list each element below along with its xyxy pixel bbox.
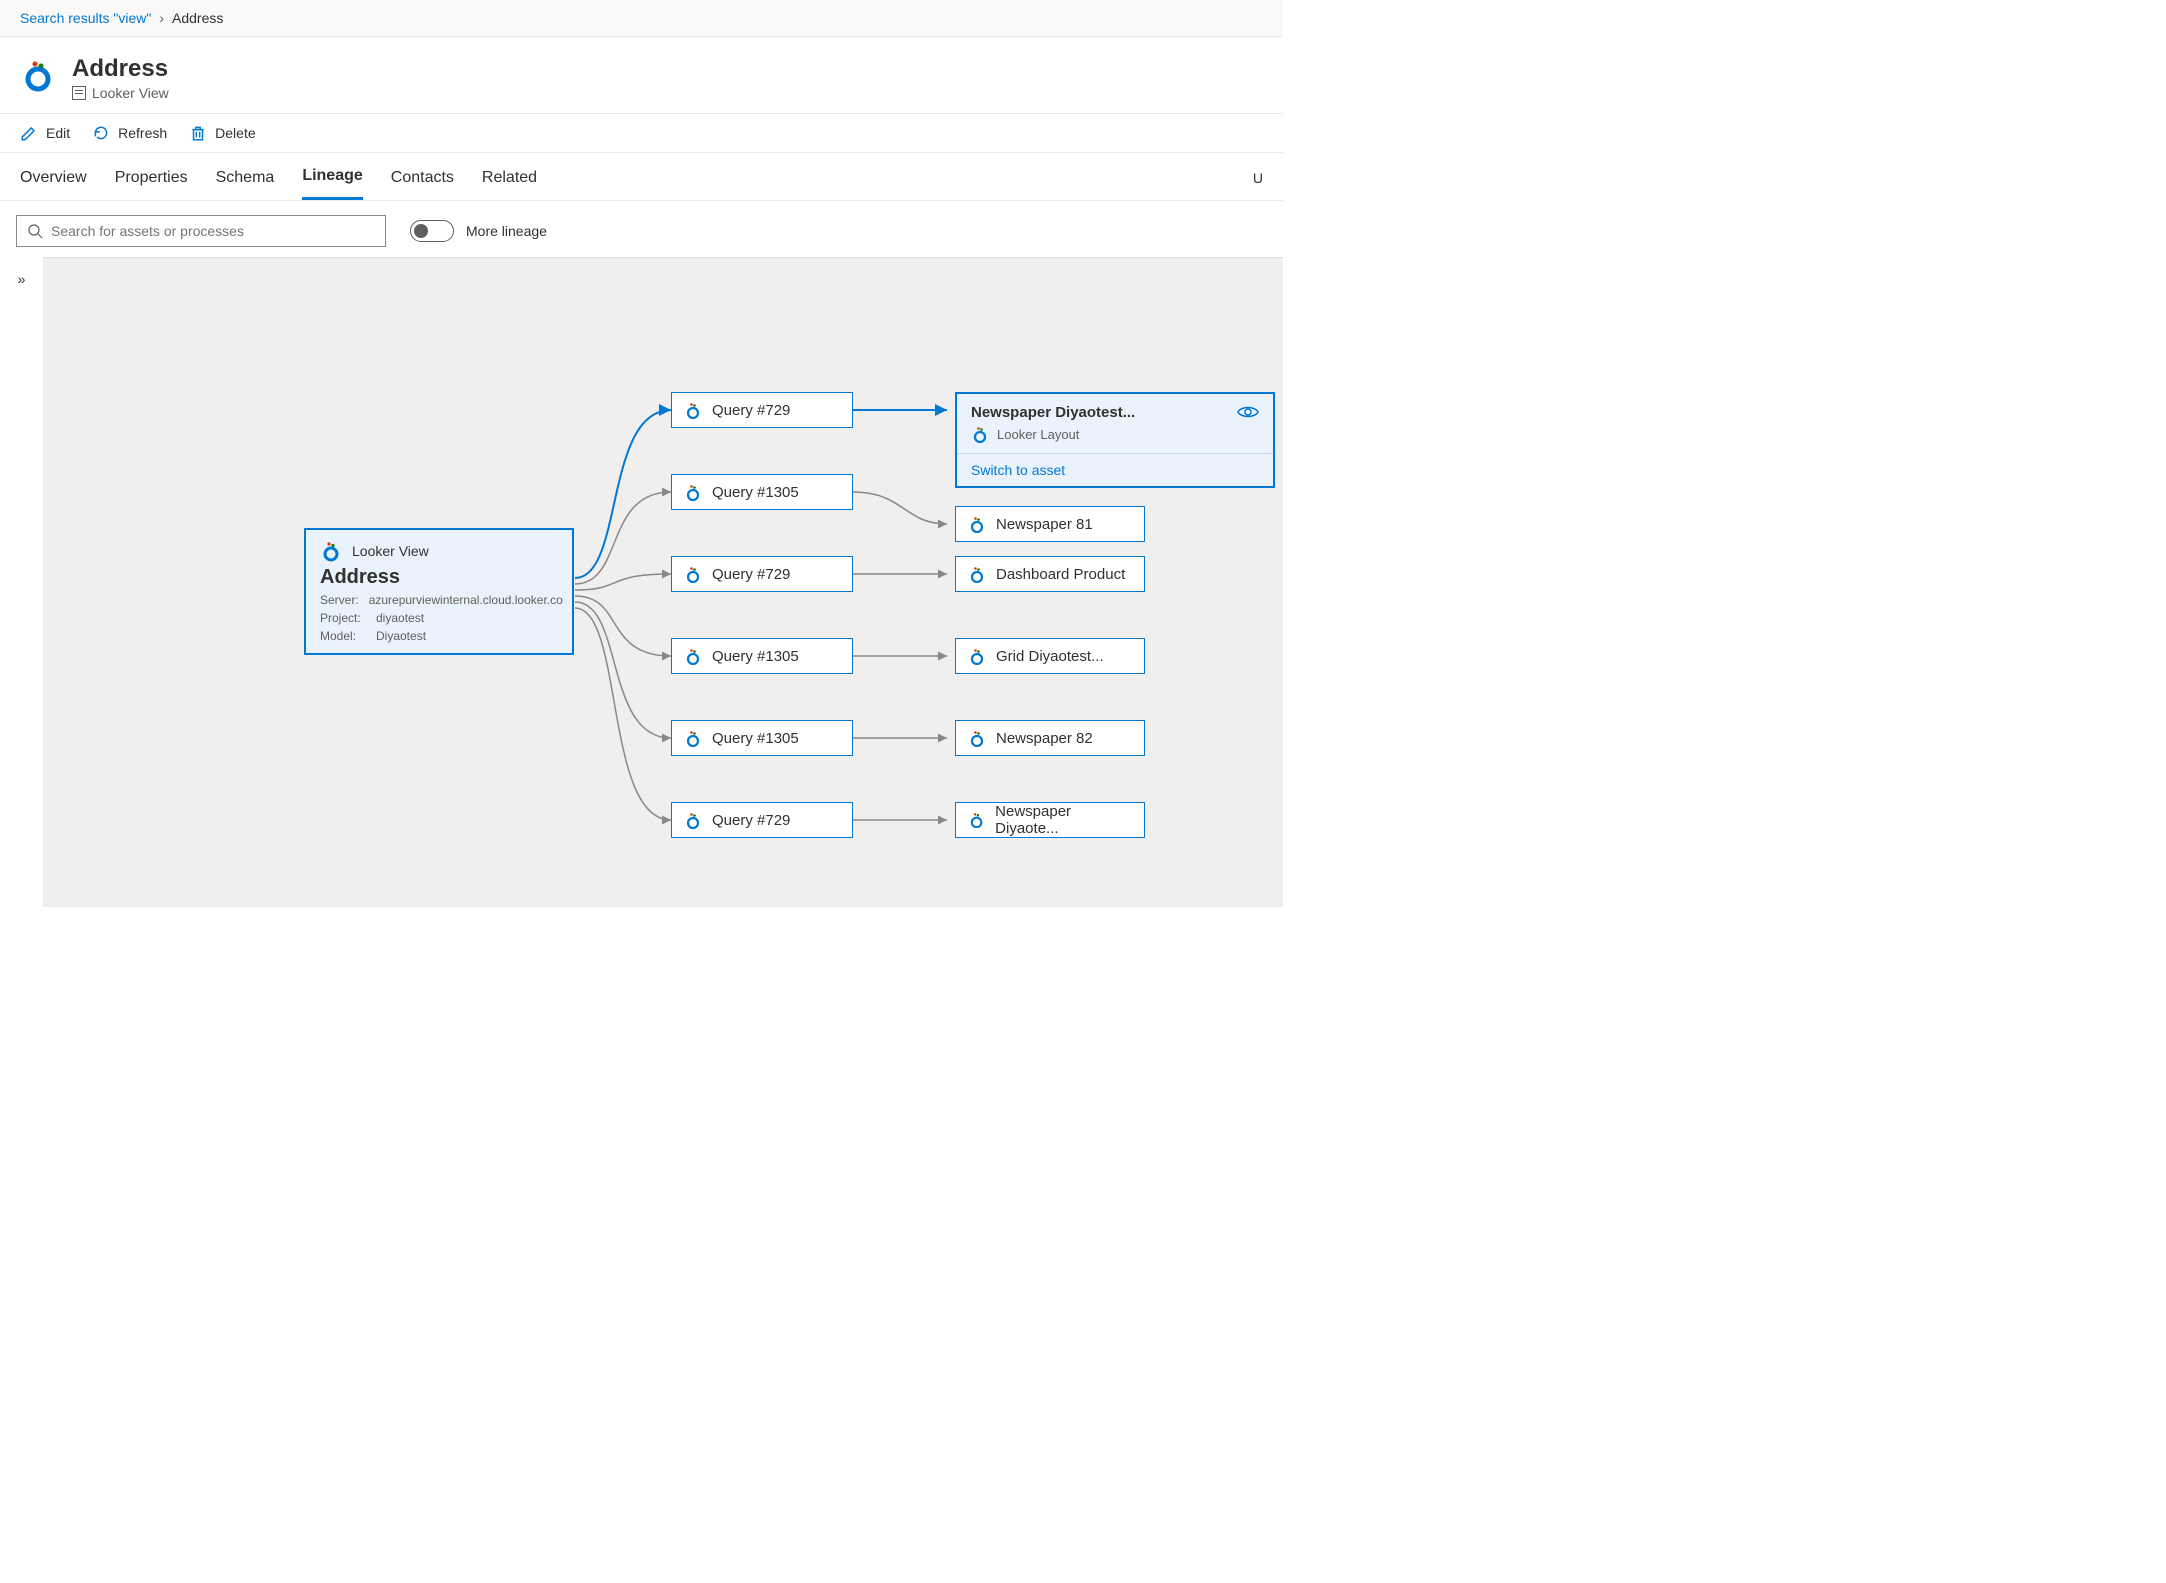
tab-contacts[interactable]: Contacts (391, 169, 454, 199)
tab-schema[interactable]: Schema (216, 169, 275, 199)
lineage-query-node[interactable]: Query #729 (671, 802, 853, 838)
looker-icon (968, 647, 986, 665)
page-header: Address Looker View (0, 37, 1283, 113)
node-label: Query #729 (712, 566, 790, 583)
lineage-asset-node[interactable]: Newspaper 81 (955, 506, 1145, 542)
breadcrumb-current: Address (172, 10, 223, 26)
lineage-canvas[interactable]: Looker View Address Server: azurepurviewi… (44, 257, 1283, 907)
breadcrumb-back[interactable]: Search results "view" (20, 10, 151, 26)
looker-icon (968, 565, 986, 583)
header-subtype: Looker View (92, 85, 169, 101)
chevron-double-right-icon: » (18, 271, 26, 907)
refresh-icon (92, 124, 110, 142)
more-lineage-toggle[interactable] (410, 220, 454, 242)
lineage-asset-node[interactable]: Grid Diyaotest... (955, 638, 1145, 674)
pencil-icon (20, 124, 38, 142)
delete-button[interactable]: Delete (189, 124, 255, 142)
looker-icon (684, 565, 702, 583)
server-label: Server: (320, 593, 359, 607)
refresh-label: Refresh (118, 125, 167, 141)
lineage-controls: More lineage (0, 201, 1283, 257)
view-icon (72, 86, 86, 100)
looker-icon (684, 647, 702, 665)
node-label: Dashboard Product (996, 566, 1125, 583)
switch-to-asset-link[interactable]: Switch to asset (957, 453, 1273, 486)
chevron-right-icon: › (159, 10, 164, 26)
project-value: diyaotest (376, 611, 424, 625)
refresh-button[interactable]: Refresh (92, 124, 167, 142)
node-label: Query #1305 (712, 648, 799, 665)
delete-label: Delete (215, 125, 255, 141)
looker-icon (684, 729, 702, 747)
lineage-selected-target[interactable]: Newspaper Diyaotest... Looker Layout Swi… (955, 392, 1275, 488)
lineage-query-node[interactable]: Query #729 (671, 556, 853, 592)
lineage-source-node[interactable]: Looker View Address Server: azurepurviewi… (304, 528, 574, 655)
model-value: Diyaotest (376, 629, 426, 643)
server-value: azurepurviewinternal.cloud.looker.co (369, 593, 563, 607)
looker-icon (971, 425, 989, 443)
project-label: Project: (320, 611, 366, 625)
page-title: Address (72, 55, 169, 83)
looker-icon (684, 811, 702, 829)
looker-icon (20, 57, 56, 93)
breadcrumb: Search results "view" › Address (0, 0, 1283, 37)
tab-right-overflow: U (1253, 170, 1263, 198)
lineage-asset-node[interactable]: Dashboard Product (955, 556, 1145, 592)
model-label: Model: (320, 629, 366, 643)
edit-label: Edit (46, 125, 70, 141)
lineage-search[interactable] (16, 215, 386, 247)
looker-icon (968, 729, 986, 747)
looker-icon (684, 401, 702, 419)
node-label: Grid Diyaotest... (996, 648, 1104, 665)
eye-icon (1237, 404, 1259, 424)
lineage-query-node[interactable]: Query #1305 (671, 474, 853, 510)
looker-icon (320, 540, 342, 562)
source-title: Address (320, 566, 558, 589)
source-type: Looker View (352, 543, 429, 559)
looker-icon (968, 515, 986, 533)
tab-overview[interactable]: Overview (20, 169, 87, 199)
tab-properties[interactable]: Properties (115, 169, 188, 199)
node-label: Newspaper 82 (996, 730, 1093, 747)
node-label: Query #1305 (712, 730, 799, 747)
target-title: Newspaper Diyaotest... (971, 404, 1135, 421)
node-label: Query #729 (712, 812, 790, 829)
target-subtype: Looker Layout (997, 427, 1079, 442)
node-label: Query #1305 (712, 484, 799, 501)
edit-button[interactable]: Edit (20, 124, 70, 142)
search-icon (27, 223, 43, 239)
expand-panel-strip[interactable]: » (0, 257, 44, 907)
node-label: Newspaper Diyaote... (995, 803, 1132, 837)
toolbar: Edit Refresh Delete (0, 113, 1283, 153)
tabs: Overview Properties Schema Lineage Conta… (0, 153, 1283, 201)
lineage-query-node[interactable]: Query #729 (671, 392, 853, 428)
node-label: Newspaper 81 (996, 516, 1093, 533)
trash-icon (189, 124, 207, 142)
more-lineage-label: More lineage (466, 223, 547, 239)
lineage-asset-node[interactable]: Newspaper Diyaote... (955, 802, 1145, 838)
lineage-query-node[interactable]: Query #1305 (671, 638, 853, 674)
tab-lineage[interactable]: Lineage (302, 167, 362, 200)
looker-icon (684, 483, 702, 501)
node-label: Query #729 (712, 402, 790, 419)
lineage-asset-node[interactable]: Newspaper 82 (955, 720, 1145, 756)
looker-icon (968, 811, 985, 829)
tab-related[interactable]: Related (482, 169, 537, 199)
search-input[interactable] (51, 223, 375, 239)
lineage-query-node[interactable]: Query #1305 (671, 720, 853, 756)
